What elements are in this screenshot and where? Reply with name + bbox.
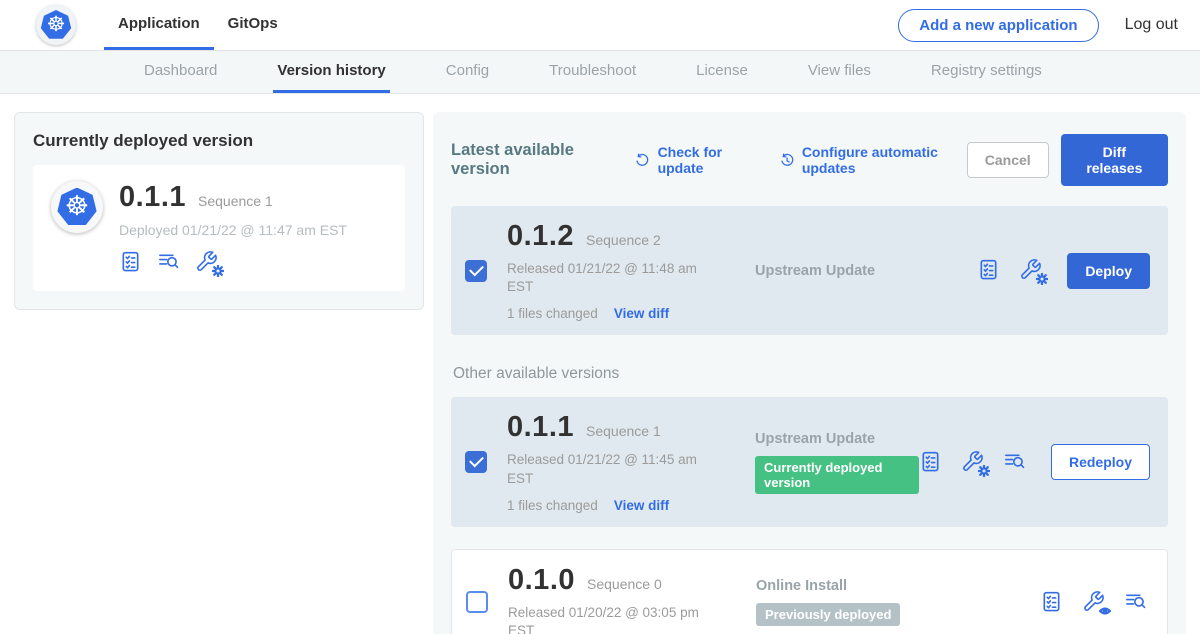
version-row-0-1-0: 0.1.0 Sequence 0 Released 01/20/22 @ 03:… (451, 549, 1168, 634)
clock-refresh-icon (779, 151, 795, 170)
deployed-card-title: Currently deployed version (33, 131, 405, 151)
wrench-gear-config-icon[interactable] (961, 450, 986, 475)
version-number: 0.1.2 (507, 220, 574, 253)
logout-link[interactable]: Log out (1125, 16, 1178, 34)
deployed-version-card: ☸ 0.1.1 Sequence 1 Deployed 01/21/22 @ 1… (33, 165, 405, 291)
tab-view-files[interactable]: View files (804, 51, 875, 93)
version-actions: Deploy (977, 253, 1150, 289)
topnav-tab-application[interactable]: Application (104, 0, 214, 50)
wrench-eye-view-config-icon[interactable] (1082, 590, 1107, 615)
top-nav: ☸ Application GitOps Add a new applicati… (0, 0, 1200, 50)
source-label: Online Install (756, 578, 1040, 594)
previously-deployed-badge: Previously deployed (756, 603, 900, 626)
tab-license[interactable]: License (692, 51, 752, 93)
topnav-right: Add a new application Log out (898, 0, 1178, 50)
release-notes-icon[interactable] (977, 258, 1002, 283)
source-label: Upstream Update (755, 431, 919, 447)
app-logo: ☸ (36, 5, 76, 45)
kubernetes-logo-icon: ☸ (41, 10, 72, 40)
topnav-tab-gitops[interactable]: GitOps (214, 0, 292, 50)
deployed-timestamp: Deployed 01/21/22 @ 11:47 am EST (119, 222, 347, 238)
deployed-version-number: 0.1.1 (119, 181, 186, 214)
sequence-label: Sequence 1 (586, 423, 661, 439)
main-content: Currently deployed version ☸ 0.1.1 Seque… (0, 94, 1200, 634)
tab-config[interactable]: Config (442, 51, 493, 93)
view-diff-link[interactable]: View diff (614, 498, 669, 513)
sequence-label: Sequence 2 (586, 232, 661, 248)
version-source: Upstream Update (725, 263, 977, 279)
panel-header: Latest available version Check for updat… (451, 134, 1168, 186)
wrench-gear-config-icon[interactable] (195, 250, 220, 275)
release-notes-icon[interactable] (1040, 590, 1065, 615)
sequence-label: Sequence 0 (587, 576, 662, 592)
version-info: 0.1.1 Sequence 1 Released 01/21/22 @ 11:… (507, 411, 725, 512)
version-actions (1040, 590, 1149, 615)
view-files-search-icon[interactable] (1124, 590, 1149, 615)
currently-deployed-card: Currently deployed version ☸ 0.1.1 Seque… (14, 112, 424, 310)
configure-automatic-updates-link[interactable]: Configure automatic updates (779, 144, 967, 176)
files-changed-label: 1 files changed (507, 498, 598, 513)
version-number: 0.1.1 (507, 411, 574, 444)
deployed-sequence-label: Sequence 1 (198, 193, 273, 209)
kubernetes-logo-icon: ☸ (57, 188, 97, 227)
currently-deployed-badge: Currently deployed version (755, 456, 919, 494)
released-timestamp: Released 01/21/22 @ 11:48 am EST (507, 260, 725, 296)
tab-troubleshoot[interactable]: Troubleshoot (545, 51, 640, 93)
released-timestamp: Released 01/20/22 @ 03:05 pm EST (508, 604, 726, 634)
latest-available-title: Latest available version (451, 141, 610, 179)
release-notes-icon[interactable] (119, 250, 144, 275)
view-diff-link[interactable]: View diff (614, 306, 669, 321)
version-checkbox[interactable] (465, 260, 487, 282)
version-row-0-1-1: 0.1.1 Sequence 1 Released 01/21/22 @ 11:… (451, 397, 1168, 526)
version-row-0-1-2: 0.1.2 Sequence 2 Released 01/21/22 @ 11:… (451, 206, 1168, 335)
version-source: Upstream Update Currently deployed versi… (725, 431, 919, 494)
view-files-search-icon[interactable] (157, 250, 182, 275)
version-history-panel: Latest available version Check for updat… (433, 112, 1186, 634)
version-actions: Redeploy (919, 444, 1150, 480)
tab-version-history[interactable]: Version history (273, 51, 389, 93)
version-info: 0.1.2 Sequence 2 Released 01/21/22 @ 11:… (507, 220, 725, 321)
diff-releases-button[interactable]: Diff releases (1061, 134, 1168, 186)
redeploy-button[interactable]: Redeploy (1051, 444, 1150, 480)
other-available-versions-label: Other available versions (453, 365, 1168, 383)
app-subnav: Dashboard Version history Config Trouble… (0, 50, 1200, 94)
deployed-version-info: 0.1.1 Sequence 1 Deployed 01/21/22 @ 11:… (119, 181, 347, 275)
deploy-button[interactable]: Deploy (1067, 253, 1150, 289)
version-checkbox[interactable] (466, 591, 488, 613)
version-info: 0.1.0 Sequence 0 Released 01/20/22 @ 03:… (508, 564, 726, 634)
wrench-gear-config-icon[interactable] (1019, 258, 1044, 283)
released-timestamp: Released 01/21/22 @ 11:45 am EST (507, 451, 725, 487)
cancel-button[interactable]: Cancel (967, 142, 1049, 178)
version-number: 0.1.0 (508, 564, 575, 597)
check-for-update-link[interactable]: Check for update (634, 144, 754, 176)
tab-registry-settings[interactable]: Registry settings (927, 51, 1046, 93)
release-notes-icon[interactable] (919, 450, 944, 475)
refresh-icon (634, 151, 650, 170)
view-files-search-icon[interactable] (1003, 450, 1028, 475)
source-label: Upstream Update (755, 263, 977, 279)
tab-dashboard[interactable]: Dashboard (140, 51, 221, 93)
app-avatar: ☸ (51, 181, 103, 233)
version-checkbox[interactable] (465, 451, 487, 473)
version-source: Online Install Previously deployed (726, 578, 1040, 626)
files-changed-label: 1 files changed (507, 306, 598, 321)
add-new-application-button[interactable]: Add a new application (898, 9, 1098, 42)
